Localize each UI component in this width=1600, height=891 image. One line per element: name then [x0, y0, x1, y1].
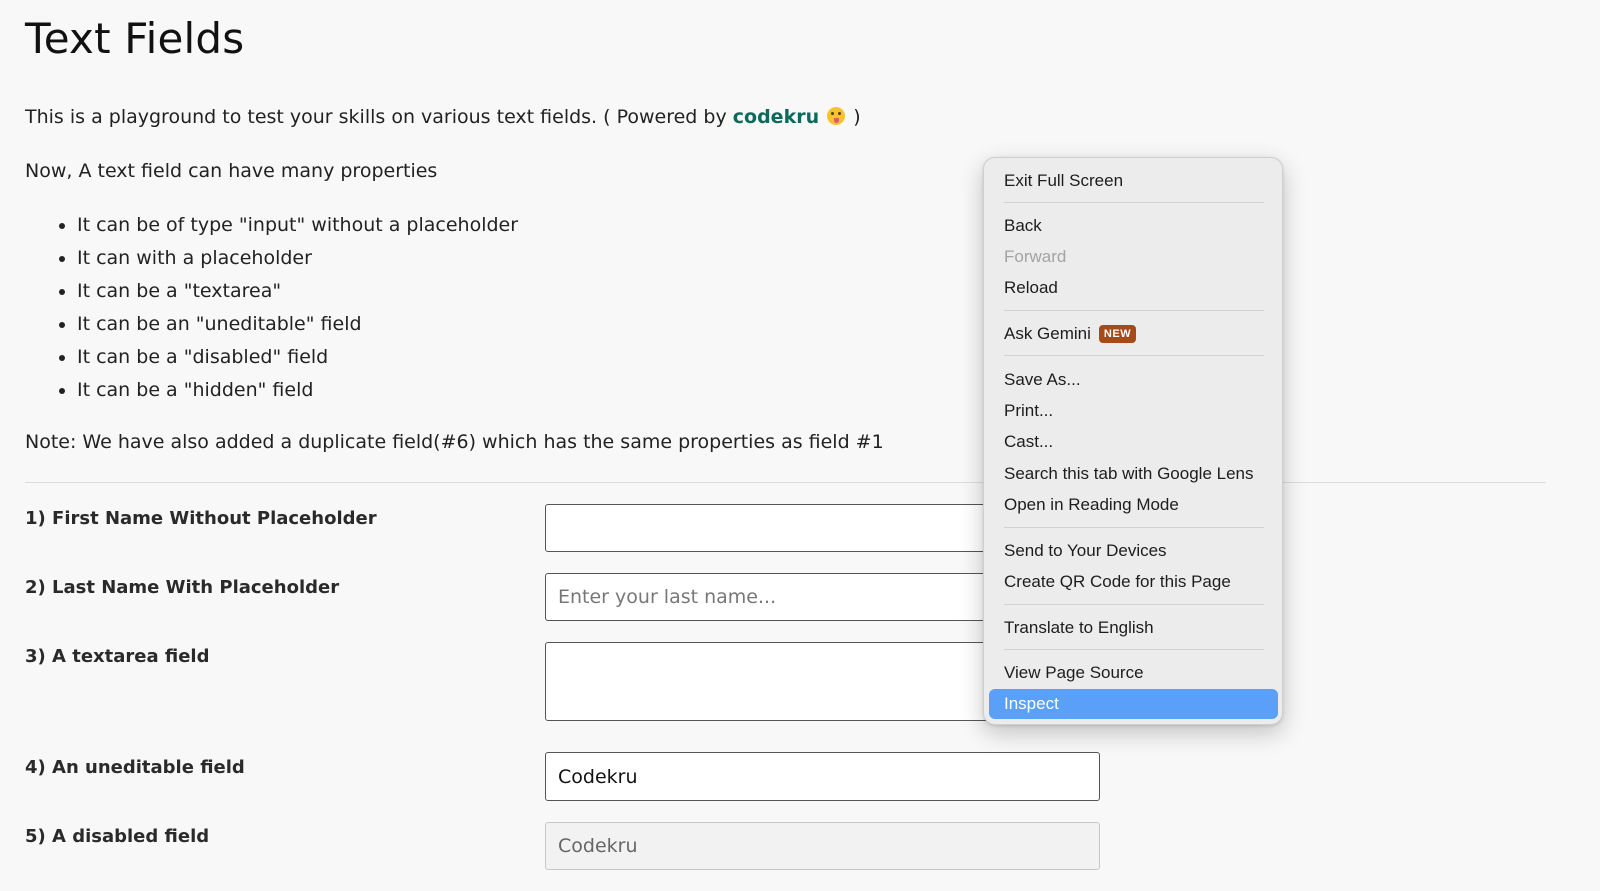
menu-separator	[1004, 604, 1264, 605]
menu-separator	[1004, 310, 1264, 311]
list-item: It can be a "textarea"	[77, 278, 518, 311]
menu-item-send-devices[interactable]: Send to Your Devices	[1004, 540, 1167, 562]
menu-item-inspect[interactable]: Inspect	[989, 689, 1278, 719]
ask-gemini-label: Ask Gemini	[1004, 324, 1091, 343]
first-name-label: 1) First Name Without Placeholder	[25, 508, 377, 529]
menu-item-reload[interactable]: Reload	[1004, 277, 1058, 299]
menu-separator	[1004, 355, 1264, 356]
intro-prefix: This is a playground to test your skills…	[25, 106, 727, 128]
intro-suffix: )	[853, 106, 861, 128]
menu-separator	[1004, 202, 1264, 203]
textarea-label: 3) A textarea field	[25, 646, 210, 667]
properties-list: It can be of type "input" without a plac…	[25, 212, 518, 410]
codekru-link[interactable]: codekru	[733, 106, 819, 128]
page-title: Text Fields	[25, 14, 245, 63]
menu-item-translate[interactable]: Translate to English	[1004, 617, 1154, 639]
menu-separator	[1004, 649, 1264, 650]
disabled-input	[545, 822, 1100, 870]
menu-item-reading-mode[interactable]: Open in Reading Mode	[1004, 494, 1179, 516]
intro-text: This is a playground to test your skills…	[25, 106, 861, 128]
menu-item-ask-gemini[interactable]: Ask Gemini NEW	[1004, 323, 1137, 345]
disabled-label: 5) A disabled field	[25, 826, 210, 847]
divider	[25, 482, 1546, 483]
uneditable-input[interactable]	[545, 752, 1100, 801]
menu-item-save-as[interactable]: Save As...	[1004, 369, 1081, 391]
properties-lead: Now, A text field can have many properti…	[25, 160, 438, 182]
list-item: It can be a "disabled" field	[77, 344, 518, 377]
uneditable-label: 4) An uneditable field	[25, 757, 245, 778]
note-text: Note: We have also added a duplicate fie…	[25, 431, 884, 453]
menu-item-back[interactable]: Back	[1004, 215, 1042, 237]
menu-item-cast[interactable]: Cast...	[1004, 431, 1053, 453]
menu-item-google-lens[interactable]: Search this tab with Google Lens	[1004, 463, 1253, 485]
menu-item-view-source[interactable]: View Page Source	[1004, 662, 1144, 684]
inspect-label: Inspect	[1004, 694, 1059, 713]
list-item: It can with a placeholder	[77, 245, 518, 278]
context-menu: Exit Full Screen Back Forward Reload Ask…	[983, 157, 1283, 725]
menu-item-exit-full-screen[interactable]: Exit Full Screen	[1004, 170, 1123, 192]
list-item: It can be an "uneditable" field	[77, 311, 518, 344]
page: Text Fields This is a playground to test…	[0, 0, 1600, 891]
new-badge: NEW	[1098, 325, 1137, 343]
list-item: It can be a "hidden" field	[77, 377, 518, 410]
menu-item-print[interactable]: Print...	[1004, 400, 1053, 422]
tongue-emoji-icon	[827, 107, 846, 125]
menu-item-forward: Forward	[1004, 247, 1067, 266]
last-name-label: 2) Last Name With Placeholder	[25, 577, 340, 598]
list-item: It can be of type "input" without a plac…	[77, 212, 518, 245]
menu-item-qr-code[interactable]: Create QR Code for this Page	[1004, 571, 1231, 593]
menu-separator	[1004, 527, 1264, 528]
